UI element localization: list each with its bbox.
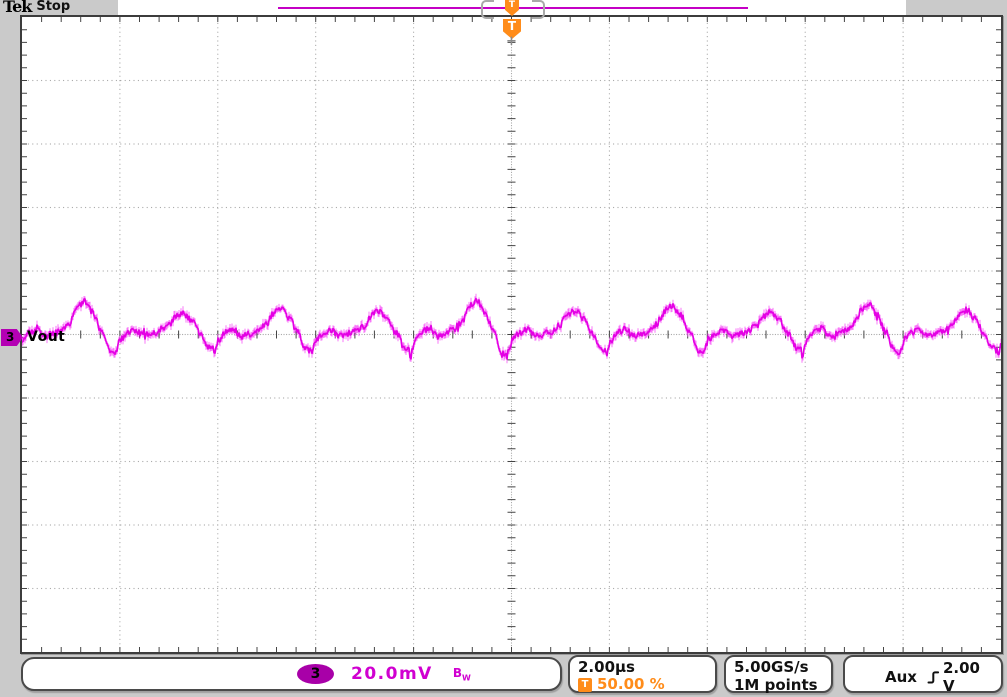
channel-3-label: Vout bbox=[27, 329, 65, 345]
timebase-readout: 2.00µs bbox=[578, 658, 707, 676]
horizontal-readout-box: 2.00µs T 50.00 % bbox=[568, 655, 717, 693]
graticule bbox=[20, 15, 1003, 654]
header-left: Tek Stop bbox=[3, 0, 70, 14]
trigger-position-row: T 50.00 % bbox=[578, 676, 707, 693]
sample-rate-readout: 5.00GS/s bbox=[734, 658, 823, 676]
trigger-source-readout: Aux bbox=[885, 668, 917, 686]
trigger-level-readout: 2.00 V bbox=[943, 659, 989, 695]
rising-edge-icon bbox=[927, 670, 943, 685]
channel-readout-box: 3 20.0mV BW bbox=[21, 657, 562, 691]
acquisition-readout-box: 5.00GS/s 1M points bbox=[724, 655, 833, 693]
channel-scale-readout: 20.0mV bbox=[351, 664, 433, 684]
record-length-readout: 1M points bbox=[734, 676, 823, 694]
bandwidth-limit-icon: BW bbox=[453, 666, 471, 682]
tek-logo: Tek bbox=[3, 0, 31, 16]
trigger-readout-box: Aux 2.00 V bbox=[843, 655, 1003, 693]
oscilloscope-screen: Tek Stop T T + 3 Vout 3 20.0mV BW 2.00µs… bbox=[0, 0, 1007, 697]
trigger-position-readout: 50.00 % bbox=[597, 676, 665, 693]
grid-and-trace-svg bbox=[22, 17, 1001, 652]
trigger-cross-icon: + bbox=[506, 34, 517, 49]
record-view-bracket-left bbox=[481, 0, 494, 19]
record-view-bracket-right bbox=[532, 0, 545, 19]
acquisition-status: Stop bbox=[36, 0, 70, 14]
channel-3-badge: 3 bbox=[297, 664, 334, 684]
trigger-source-row: Aux 2.00 V bbox=[857, 659, 989, 695]
trigger-t-icon: T bbox=[578, 678, 592, 692]
